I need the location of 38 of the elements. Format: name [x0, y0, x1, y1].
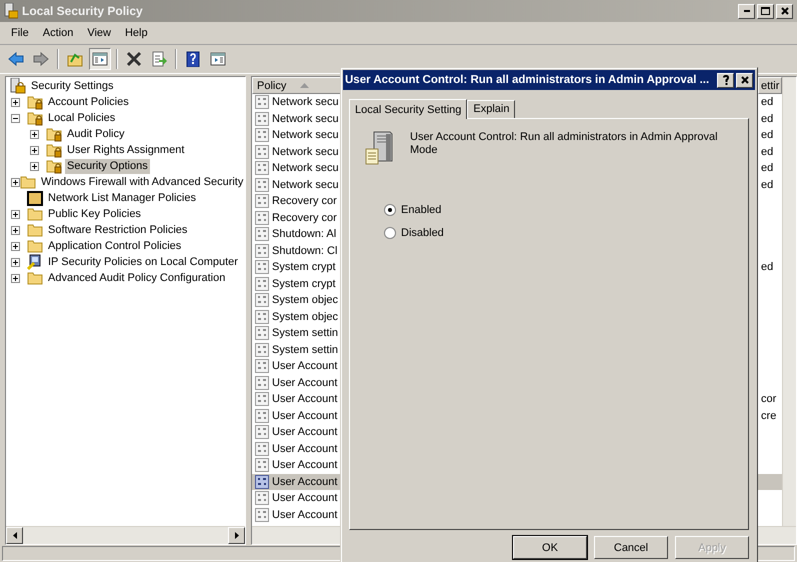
table-cell: cre — [761, 410, 776, 422]
table-cell: Recovery cor — [272, 212, 337, 224]
table-cell: User Account — [272, 442, 338, 455]
table-cell: ed — [761, 178, 774, 191]
table-cell: User Account — [272, 508, 338, 521]
table-cell: Network secu — [272, 129, 339, 142]
table-cell: User Account — [272, 376, 338, 389]
table-cell: ed — [761, 261, 774, 274]
table-cell: Network secu — [272, 162, 339, 174]
table-cell: System objec — [272, 294, 338, 306]
table-cell: User Account — [272, 426, 338, 438]
table-cell: Network secu — [272, 112, 339, 125]
dialog-title: User Account Control: Run all administrators in Admin Approval ... — [345, 74, 710, 86]
table-cell: Network secu — [272, 146, 339, 158]
table-cell: User Account — [272, 459, 338, 472]
table-cell: ed — [761, 112, 774, 125]
table-cell: Recovery cor — [272, 195, 337, 208]
table-cell: ed — [761, 129, 774, 142]
table-cell: cor — [761, 393, 776, 406]
table-cell: ed — [761, 96, 774, 108]
window-title: Local Security Policy — [22, 4, 144, 18]
table-cell: Network secu — [272, 96, 339, 108]
table-cell: System settin — [272, 344, 338, 356]
policy-description: User Account Control: Run all administrators in Admin Approval Mode — [410, 131, 719, 158]
table-cell: Shutdown: Al — [272, 228, 336, 240]
table-cell: User Account — [272, 492, 338, 504]
table-cell: User Account — [272, 476, 338, 488]
table-cell: System objec — [272, 310, 338, 323]
table-cell: User Account — [272, 360, 338, 372]
table-cell: ed — [761, 162, 774, 174]
table-cell: User Account — [272, 410, 338, 422]
table-cell: Shutdown: Cl — [272, 244, 338, 257]
table-cell: User Account — [272, 393, 338, 406]
table-cell: System settin — [272, 327, 338, 340]
table-cell: System crypt — [272, 261, 336, 274]
table-cell: Network secu — [272, 178, 339, 191]
table-cell: System crypt — [272, 278, 336, 290]
table-cell: ed — [761, 146, 774, 158]
